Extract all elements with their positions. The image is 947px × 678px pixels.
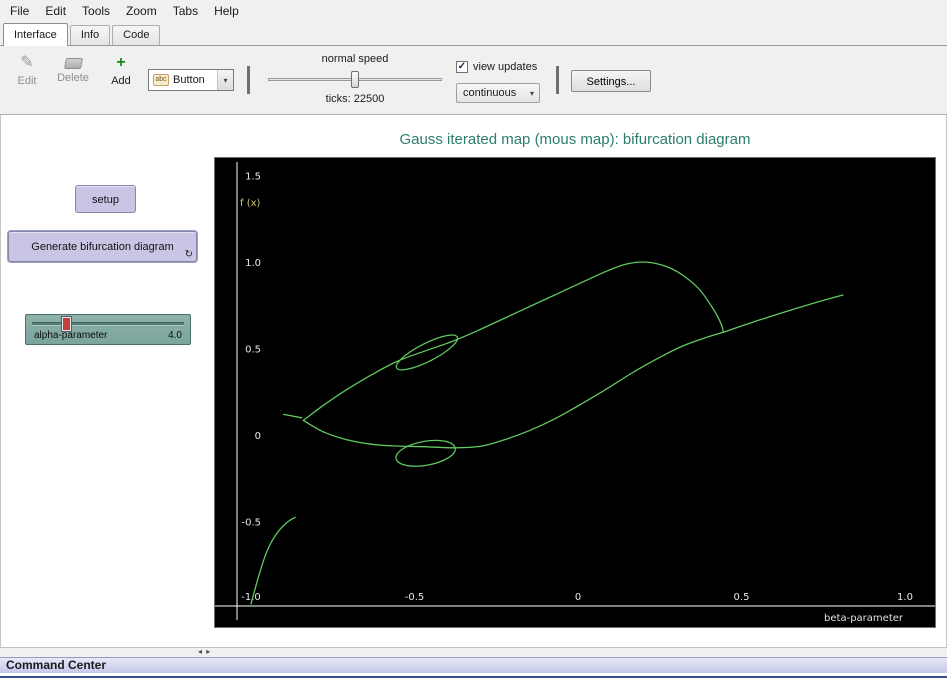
update-mode-dropdown[interactable]: continuous ▾ [456,83,540,103]
interface-toolbar: ✎ Edit Delete + Add abc Button ▾ normal … [0,46,947,115]
plus-icon: + [116,54,125,72]
x-tick-label: -0.5 [405,592,425,603]
delete-icon [64,58,83,69]
plot-series-loop-upper-branch [303,262,723,420]
menu-file[interactable]: File [2,2,37,20]
tab-interface[interactable]: Interface [3,23,68,46]
y-tick-label: 0 [255,431,261,442]
pencil-icon: ✎ [20,54,33,72]
slider-label: alpha-parameter [34,330,107,341]
widget-type-value: Button [173,74,205,86]
generate-bifurcation-button[interactable]: Generate bifurcation diagram ↻ [8,231,197,262]
splitter-arrows-icon[interactable]: ◂ ▸ [198,647,211,656]
plot-ylabel: f (x) [240,198,261,209]
y-tick-label: -0.5 [241,518,261,529]
view-updates-control: ✓ view updates [456,61,537,73]
plot-xlabel: beta-parameter [824,613,904,624]
edit-widget-button[interactable]: ✎ Edit [10,54,44,87]
menu-tools[interactable]: Tools [74,2,118,20]
plot-series-lower-fixed-point-branch [251,517,295,604]
x-tick-label: 0.5 [734,592,750,603]
view-updates-checkbox[interactable]: ✓ [456,61,468,73]
interface-canvas: Gauss iterated map (mous map): bifurcati… [0,115,947,647]
netlogo-window: File Edit Tools Zoom Tabs Help Interface… [0,0,947,678]
plot-series-pre-bifurcation-segment [284,414,302,417]
plot-series-post-merge-branch [724,295,843,332]
menu-tabs[interactable]: Tabs [165,2,206,20]
tab-code[interactable]: Code [112,25,160,45]
x-tick-label: -1.0 [241,592,261,603]
plot-period-doubling-bubble [394,436,457,470]
slider-value: 4.0 [168,330,182,341]
add-widget-label: Add [111,75,131,87]
x-tick-label: 0 [575,592,581,603]
menu-help[interactable]: Help [206,2,247,20]
command-center-header[interactable]: Command Center [0,657,947,673]
menu-edit[interactable]: Edit [37,2,74,20]
x-tick-label: 1.0 [897,592,913,603]
forever-icon: ↻ [185,250,193,260]
plot-canvas: -1.0 -0.5 0 0.5 1.0 1.5 1.0 0.5 0 -0.5 f (x) beta-p… [215,158,935,627]
model-title: Gauss iterated map (mous map): bifurcati… [214,131,936,148]
edit-widget-label: Edit [18,75,37,87]
toolbar-separator [556,66,559,94]
y-tick-label: 1.0 [245,258,261,269]
menu-bar: File Edit Tools Zoom Tabs Help [0,0,947,22]
widget-type-selector[interactable]: abc Button ▾ [148,69,234,91]
speed-slider[interactable] [268,71,442,89]
update-mode-value: continuous [463,87,516,99]
delete-widget-label: Delete [57,72,89,84]
y-tick-label: 0.5 [245,345,261,356]
chevron-down-icon: ▾ [530,89,534,98]
slider-handle[interactable] [62,317,71,331]
add-widget-button[interactable]: + Add [106,54,136,87]
plot-series-loop-lower-branch [303,332,723,448]
canvas-scroll-strip: ◂ ▸ [0,647,947,657]
settings-button[interactable]: Settings... [571,70,651,92]
toolbar-separator [247,66,250,94]
menu-zoom[interactable]: Zoom [118,2,165,20]
button-widget-icon: abc [153,74,169,86]
generate-bifurcation-label: Generate bifurcation diagram [31,241,173,253]
slider-groove[interactable] [32,322,184,326]
command-center-input-area[interactable] [0,673,947,676]
setup-button[interactable]: setup [75,185,136,213]
y-tick-label: 1.5 [245,172,261,183]
plot-period-doubling-bubble [393,329,462,376]
chevron-down-icon[interactable]: ▾ [217,70,233,90]
alpha-parameter-slider[interactable]: alpha-parameter 4.0 [25,314,191,345]
tab-info[interactable]: Info [70,25,110,45]
speed-slider-label: normal speed [262,53,448,65]
bifurcation-plot: -1.0 -0.5 0 0.5 1.0 1.5 1.0 0.5 0 -0.5 f (x) beta-p… [214,157,936,628]
view-updates-label: view updates [473,61,537,73]
delete-widget-button[interactable]: Delete [53,54,93,84]
ticks-counter: ticks: 22500 [262,93,448,105]
tab-bar: Interface Info Code [0,22,947,46]
speed-slider-thumb[interactable] [351,71,359,88]
